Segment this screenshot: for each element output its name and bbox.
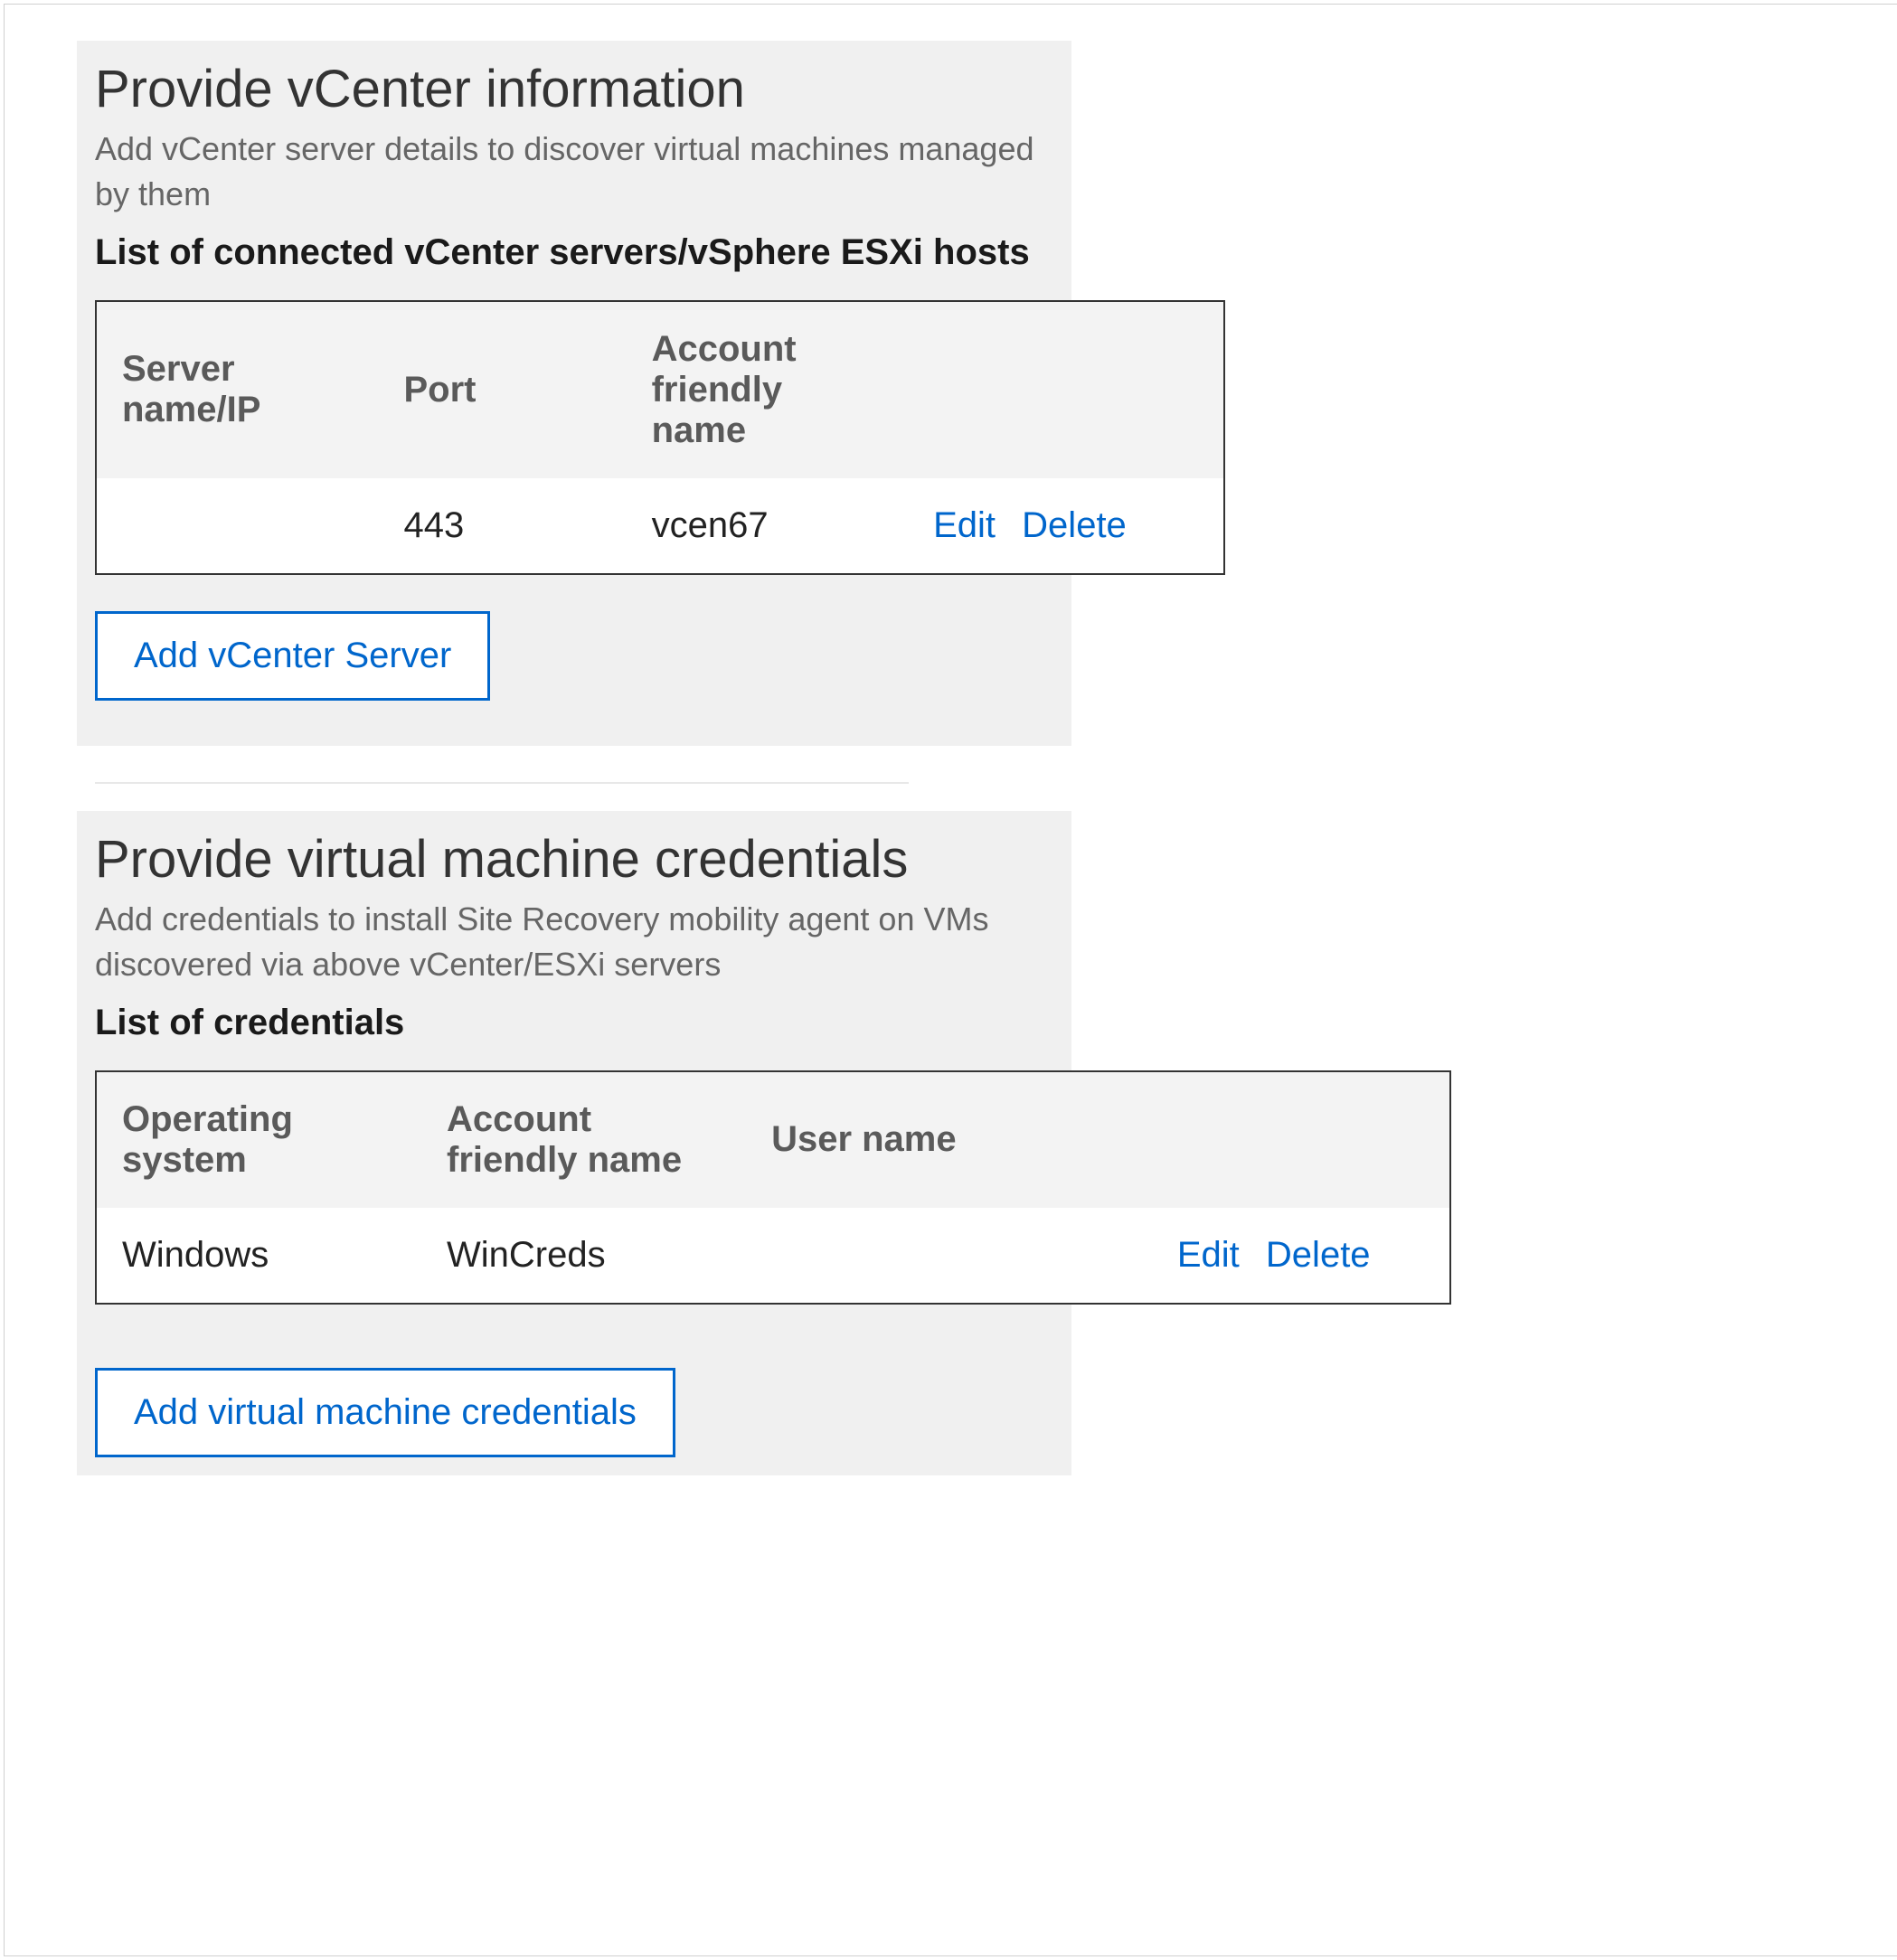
vcenter-section-title: Provide vCenter information — [95, 59, 1053, 119]
add-vcenter-server-button[interactable]: Add vCenter Server — [95, 611, 490, 701]
col-account-friendly-name: Account friendly name — [421, 1072, 746, 1208]
table-row: 443 vcen67 Edit Delete — [97, 478, 1223, 573]
vcenter-table: Server name/IP Port Account friendly nam… — [95, 300, 1225, 575]
col-user-name: User name — [746, 1072, 1152, 1208]
delete-link[interactable]: Delete — [1266, 1235, 1371, 1275]
edit-link[interactable]: Edit — [933, 505, 996, 545]
table-header-row: Operating system Account friendly name U… — [97, 1072, 1449, 1208]
vcenter-section-subtitle: Add vCenter server details to discover v… — [95, 127, 1053, 218]
cell-account: vcen67 — [627, 478, 909, 573]
col-port: Port — [379, 302, 627, 478]
col-server-name: Server name/IP — [97, 302, 379, 478]
table-header-row: Server name/IP Port Account friendly nam… — [97, 302, 1223, 478]
table-row: Windows WinCreds Edit Delete — [97, 1208, 1449, 1303]
vm-credentials-list-label: List of credentials — [95, 1003, 1053, 1043]
delete-link[interactable]: Delete — [1022, 505, 1127, 545]
config-dialog-frame: Provide vCenter information Add vCenter … — [4, 4, 1897, 1956]
col-actions — [908, 302, 1223, 478]
cell-os: Windows — [97, 1208, 421, 1303]
add-vm-credentials-button[interactable]: Add virtual machine credentials — [95, 1368, 675, 1457]
vcenter-list-label: List of connected vCenter servers/vSpher… — [95, 232, 1053, 273]
vm-credentials-section: Provide virtual machine credentials Add … — [77, 811, 1071, 1475]
edit-link[interactable]: Edit — [1177, 1235, 1240, 1275]
cell-port: 443 — [379, 478, 627, 573]
vm-credentials-section-title: Provide virtual machine credentials — [95, 829, 1053, 890]
section-divider — [95, 782, 909, 784]
col-account-friendly-name: Account friendly name — [627, 302, 909, 478]
cell-server-name — [97, 478, 379, 573]
credentials-table: Operating system Account friendly name U… — [95, 1070, 1451, 1305]
cell-user — [746, 1208, 1152, 1303]
col-os: Operating system — [97, 1072, 421, 1208]
vm-credentials-section-subtitle: Add credentials to install Site Recovery… — [95, 897, 1053, 988]
col-actions — [1152, 1072, 1449, 1208]
cell-account: WinCreds — [421, 1208, 746, 1303]
vcenter-section: Provide vCenter information Add vCenter … — [77, 41, 1071, 746]
